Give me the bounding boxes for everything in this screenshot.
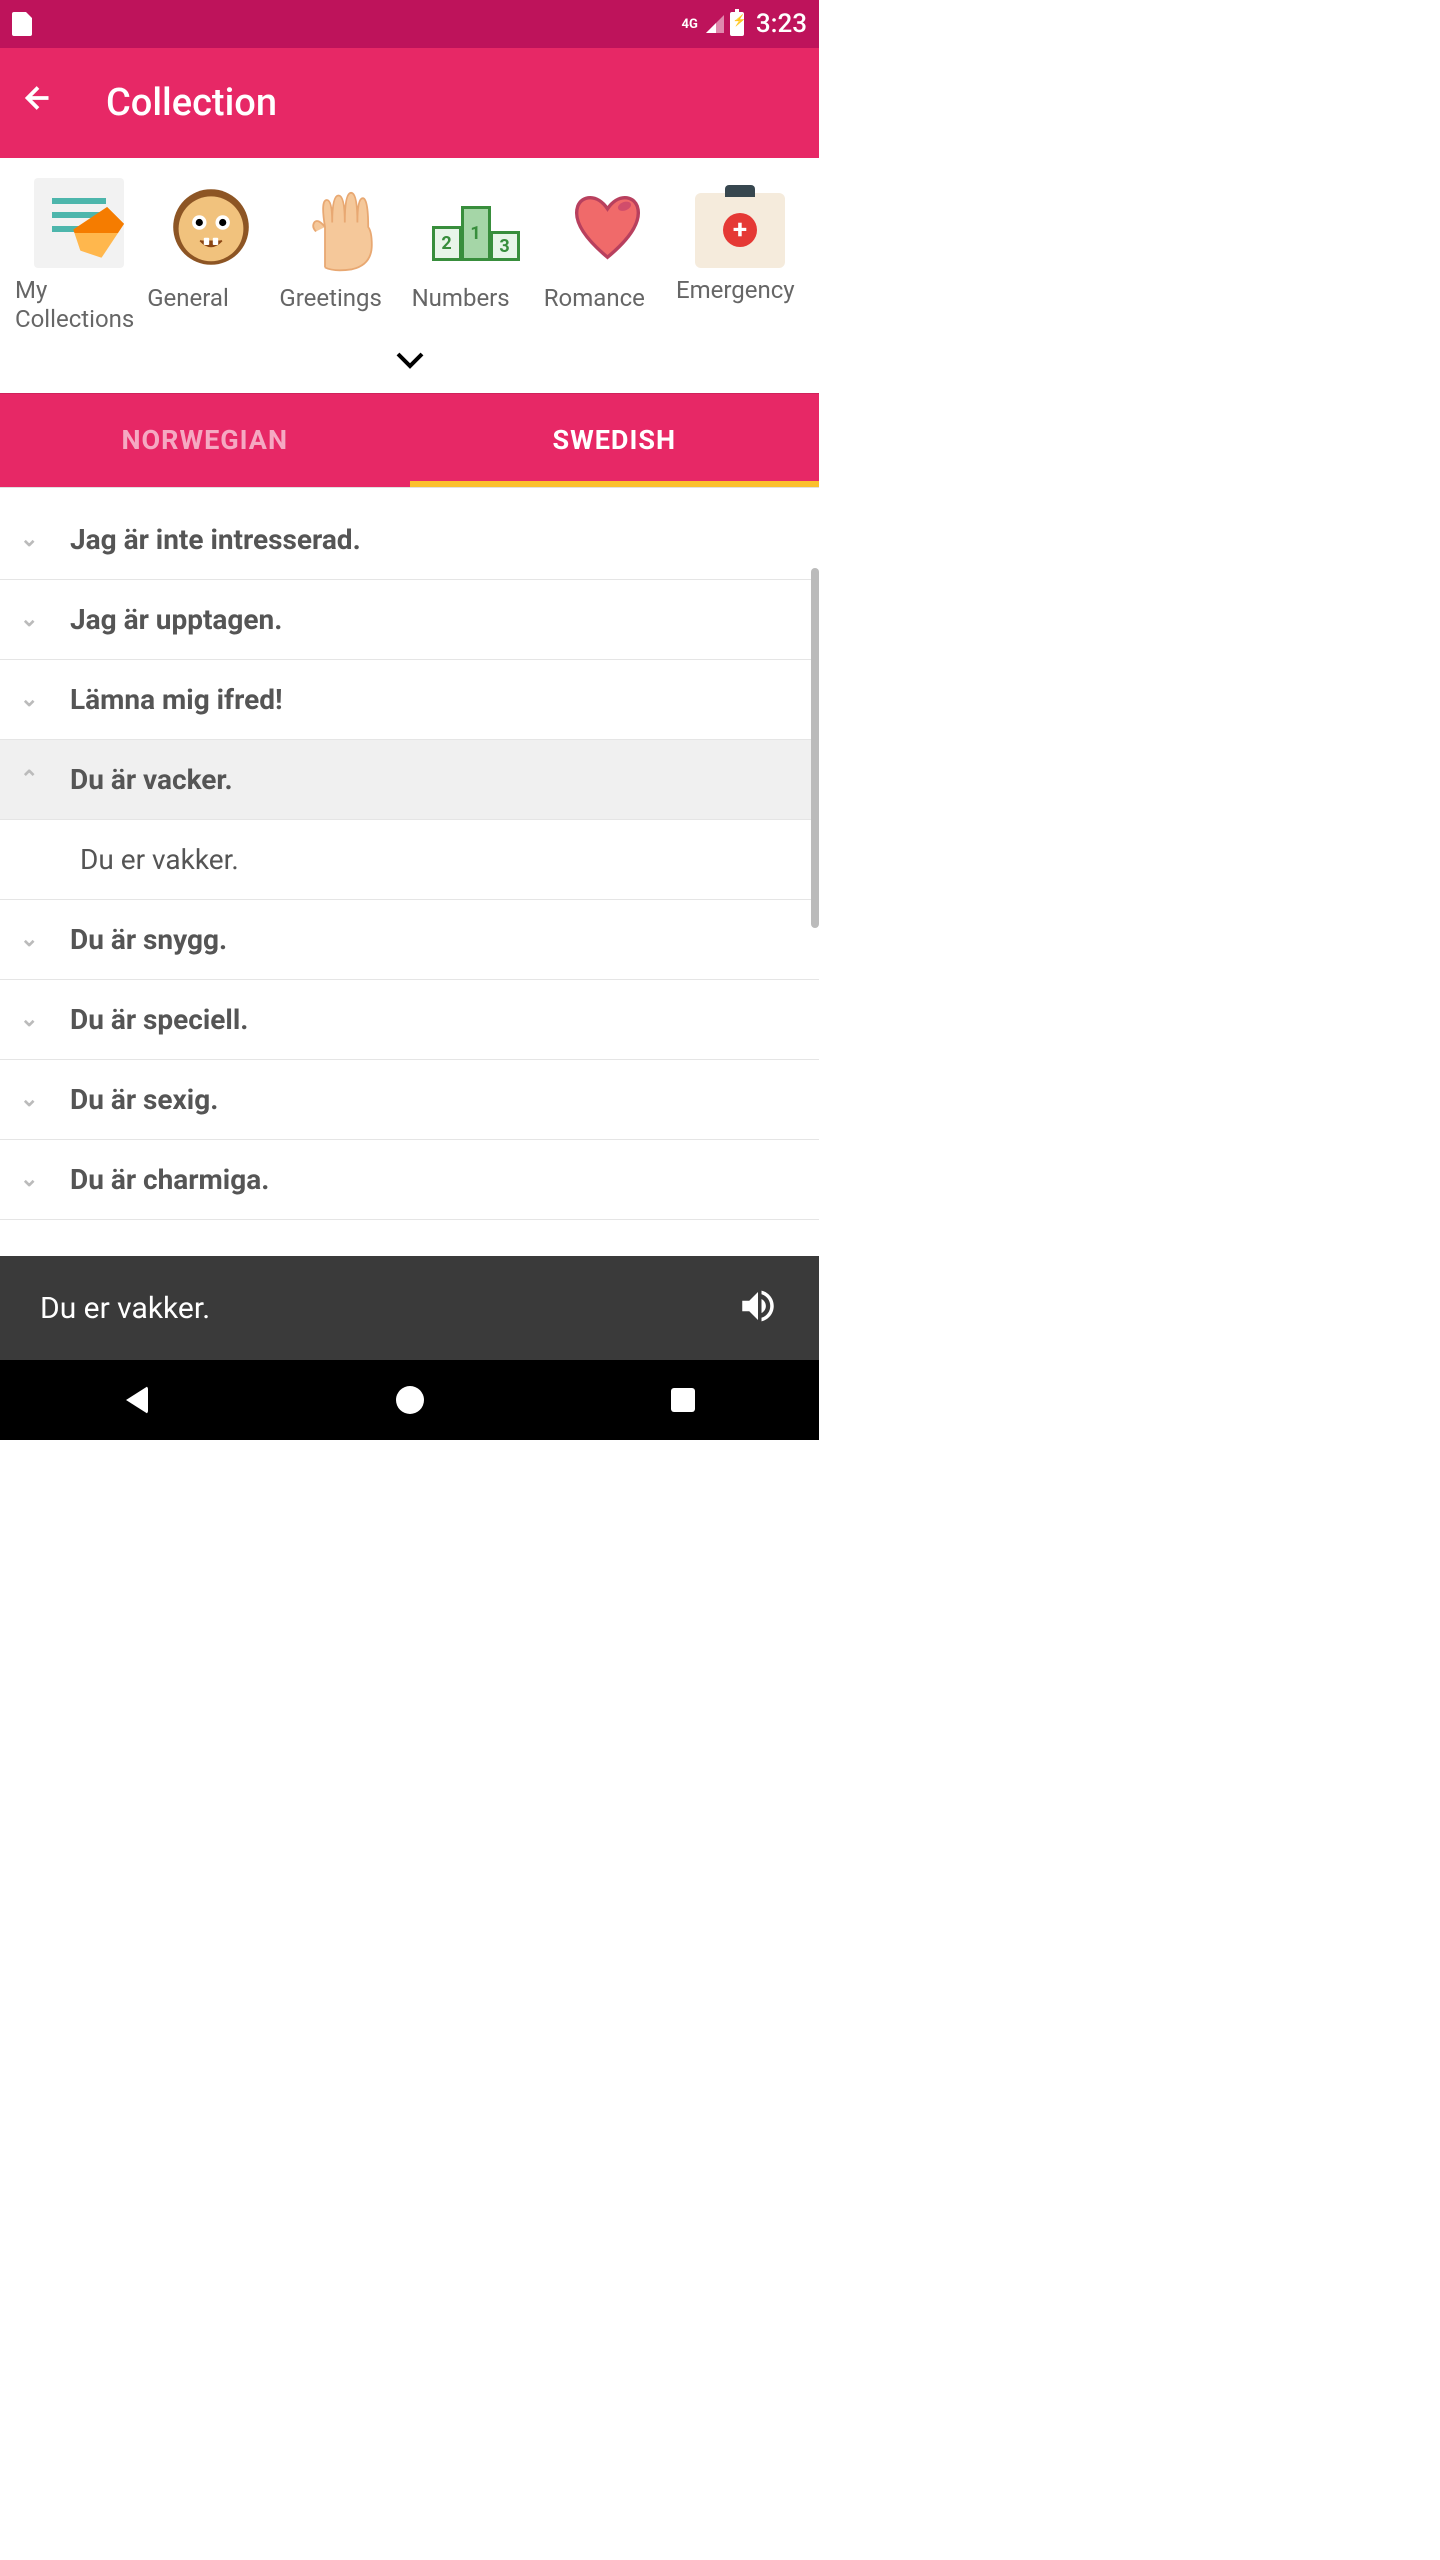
scrollbar[interactable] (811, 568, 819, 928)
back-button[interactable] (20, 80, 56, 126)
numbers-icon: 2 1 3 (427, 178, 525, 276)
phrase-item[interactable]: ⌄ Du är speciell. (0, 980, 819, 1060)
chevron-up-icon: ⌃ (20, 767, 50, 792)
greetings-icon (294, 178, 392, 276)
clock: 3:23 (756, 9, 807, 39)
category-emergency[interactable]: Emergency (676, 178, 804, 334)
collections-icon (34, 178, 124, 268)
phrase-item[interactable]: ⌄ Du är sexig. (0, 1060, 819, 1140)
category-numbers[interactable]: 2 1 3 Numbers (412, 178, 540, 334)
square-recent-icon (671, 1388, 695, 1412)
chevron-down-icon: ⌄ (20, 527, 50, 552)
category-romance[interactable]: Romance (544, 178, 672, 334)
phrase-text: Du är snygg. (70, 923, 227, 956)
phrase-text: Jag är upptagen. (70, 603, 282, 636)
sd-card-icon (12, 12, 32, 36)
nav-home-button[interactable] (390, 1380, 430, 1420)
category-label: My Collections (15, 276, 143, 334)
category-label: Emergency (676, 276, 795, 305)
category-greetings[interactable]: Greetings (279, 178, 407, 334)
category-label: Romance (544, 284, 645, 313)
category-row: My Collections General Greetings (0, 158, 819, 334)
phrase-item[interactable]: ⌄ Jag är upptagen. (0, 580, 819, 660)
phrase-item[interactable]: ⌄ Jag är inte intresserad. (0, 500, 819, 580)
arrow-left-icon (20, 80, 56, 116)
phrase-item-expanded[interactable]: ⌃ Du är vacker. (0, 740, 819, 820)
nav-recent-button[interactable] (663, 1380, 703, 1420)
app-bar: Collection (0, 48, 819, 158)
category-label: Numbers (412, 284, 510, 313)
chevron-down-icon: ⌄ (20, 1167, 50, 1192)
emergency-icon (695, 193, 785, 268)
category-label: Greetings (279, 284, 382, 313)
system-nav-bar (0, 1360, 819, 1440)
page-title: Collection (106, 81, 277, 125)
player-text: Du er vakker. (40, 1291, 210, 1326)
chevron-down-icon (396, 352, 424, 370)
chevron-down-icon: ⌄ (20, 687, 50, 712)
category-my-collections[interactable]: My Collections (15, 178, 143, 334)
status-right: 4G 3:23 (681, 9, 807, 39)
phrase-list[interactable]: ⌄ Jag är inte intresserad. ⌄ Jag är uppt… (0, 487, 819, 1220)
phrase-text: Du är speciell. (70, 1003, 248, 1036)
battery-icon (730, 12, 744, 36)
phrase-text: Du är vacker. (70, 763, 233, 796)
phrase-text: Du är charmiga. (70, 1163, 269, 1196)
speaker-icon (737, 1285, 779, 1327)
nav-back-button[interactable] (117, 1380, 157, 1420)
chevron-down-icon: ⌄ (20, 607, 50, 632)
status-left (12, 12, 32, 36)
tab-norwegian[interactable]: NORWEGIAN (0, 394, 410, 487)
chevron-down-icon: ⌄ (20, 1007, 50, 1032)
phrase-item[interactable]: ⌄ Du är charmiga. (0, 1140, 819, 1220)
category-general[interactable]: General (147, 178, 275, 334)
play-audio-button[interactable] (737, 1285, 779, 1331)
tab-label: NORWEGIAN (121, 424, 288, 456)
expand-categories-row (0, 334, 819, 393)
triangle-back-icon (126, 1386, 148, 1414)
network-type: 4G (681, 17, 697, 32)
translation-item[interactable]: Du er vakker. (0, 820, 819, 900)
chevron-down-icon: ⌄ (20, 927, 50, 952)
language-tabs: NORWEGIAN SWEDISH (0, 393, 819, 487)
translation-text: Du er vakker. (80, 843, 239, 876)
phrase-item[interactable]: ⌄ Lämna mig ifred! (0, 660, 819, 740)
category-label: General (147, 284, 229, 313)
romance-icon (559, 178, 657, 276)
audio-player-bar: Du er vakker. (0, 1256, 819, 1360)
chevron-down-icon: ⌄ (20, 1087, 50, 1112)
phrase-text: Du är sexig. (70, 1083, 218, 1116)
phrase-item[interactable]: ⌄ Du är snygg. (0, 900, 819, 980)
tab-swedish[interactable]: SWEDISH (410, 394, 820, 487)
signal-icon (706, 15, 724, 33)
phrase-text: Lämna mig ifred! (70, 683, 283, 716)
phrase-text: Jag är inte intresserad. (70, 523, 361, 556)
circle-home-icon (396, 1386, 424, 1414)
status-bar: 4G 3:23 (0, 0, 819, 48)
expand-categories-button[interactable] (396, 344, 424, 377)
tab-label: SWEDISH (552, 424, 676, 456)
general-icon (162, 178, 260, 276)
